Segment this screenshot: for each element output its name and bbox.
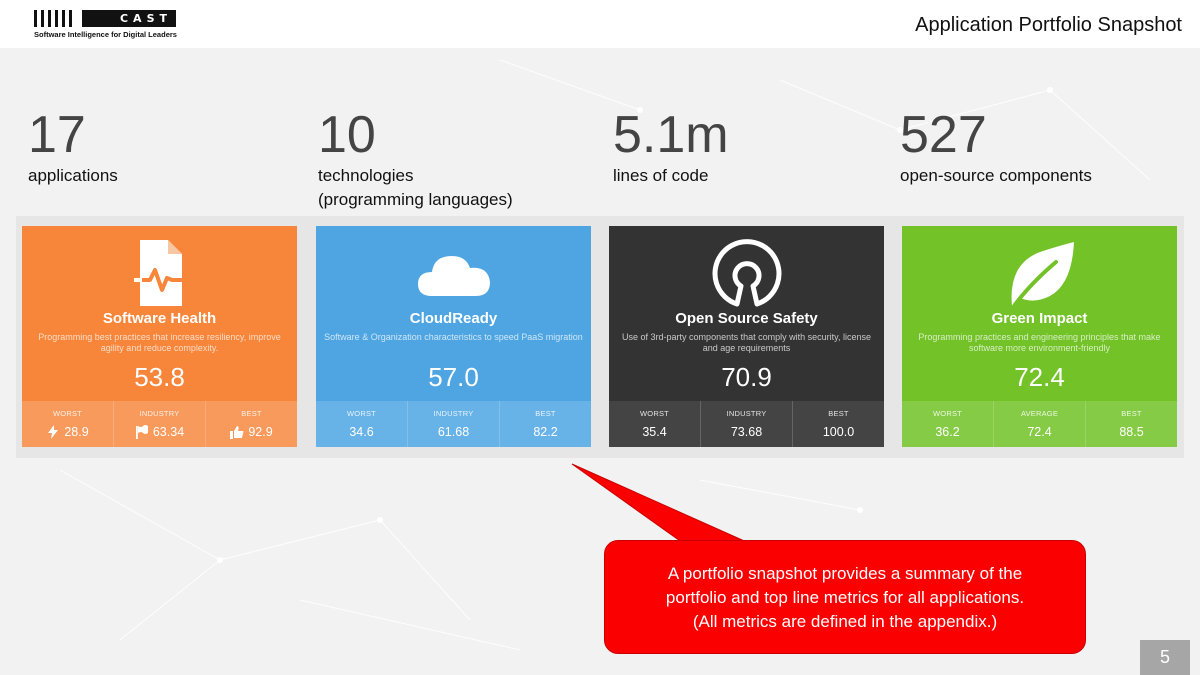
callout-line: (All metrics are defined in the appendix… [692,612,998,631]
page-number: 5 [1140,640,1190,675]
callout-line: portfolio and top line metrics for all a… [665,588,1025,607]
callout-line: A portfolio snapshot provides a summary … [667,564,1023,583]
callout-box: A portfolio snapshot provides a summary … [604,540,1086,654]
